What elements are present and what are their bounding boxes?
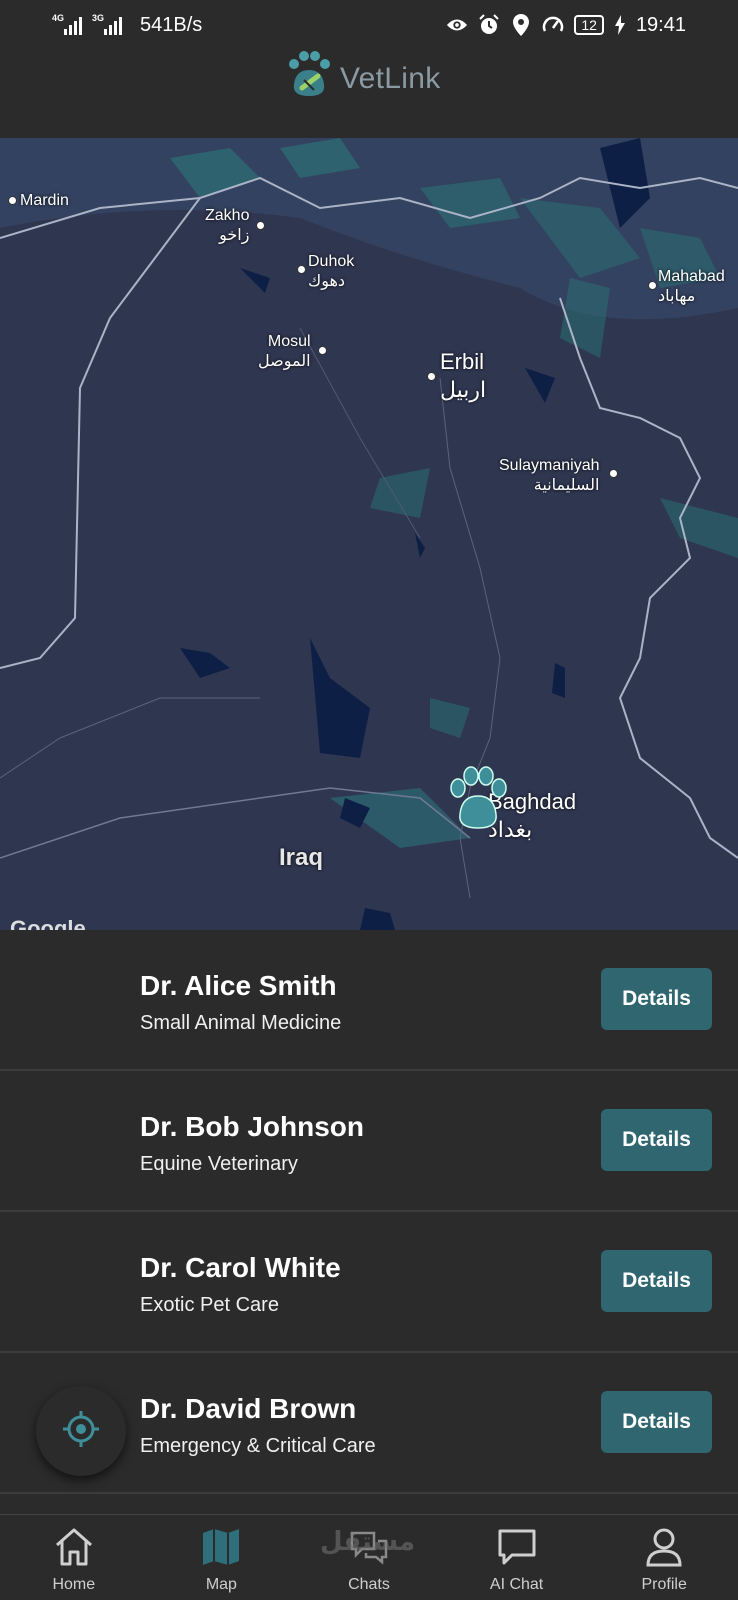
message-icon — [496, 1527, 538, 1572]
location-icon — [510, 14, 532, 36]
signal-4g-icon: 4G — [52, 13, 82, 35]
city-dot — [297, 265, 306, 274]
vet-name: Dr. Carol White — [140, 1252, 341, 1283]
speedometer-icon — [542, 14, 564, 36]
city-erbil[interactable]: Erbil اربيل — [440, 348, 486, 404]
list-item: Dr. Carol White Exotic Pet Care Details — [0, 1212, 738, 1353]
country-label: Iraq — [279, 844, 324, 871]
signal-3g-icon: 3G — [92, 13, 122, 35]
network-speed: 541B/s — [140, 13, 203, 36]
network-type-1: 4G — [52, 13, 65, 23]
nav-label: Map — [205, 1576, 237, 1593]
list-item: Dr. Alice Smith Small Animal Medicine De… — [0, 930, 738, 1071]
city-mahabad[interactable]: Mahabad مهاباد — [658, 267, 725, 307]
nav-label: Chats — [348, 1576, 390, 1593]
app-header: VetLink — [0, 50, 738, 138]
city-dot — [609, 469, 618, 478]
person-icon — [643, 1527, 685, 1572]
map-terrain — [0, 138, 738, 930]
nav-profile[interactable]: Profile — [590, 1515, 738, 1600]
alarm-icon — [478, 14, 500, 36]
city-duhok[interactable]: Duhok دهوك — [308, 252, 354, 292]
charging-icon — [614, 14, 626, 36]
eye-icon — [446, 14, 468, 36]
map-view[interactable]: Mardin Zakho زاخو Duhok دهوك Mosul الموص… — [0, 138, 738, 930]
city-dot — [427, 372, 436, 381]
city-dot — [256, 221, 265, 230]
vet-specialty: Exotic Pet Care — [140, 1294, 279, 1316]
city-mosul[interactable]: Mosul الموصل — [258, 332, 311, 372]
list-item: Dr. Bob Johnson Equine Veterinary Detail… — [0, 1071, 738, 1212]
city-dot — [648, 281, 657, 290]
vet-specialty: Equine Veterinary — [140, 1153, 298, 1175]
my-location-button[interactable] — [36, 1386, 126, 1476]
city-mardin[interactable]: Mardin — [20, 191, 69, 211]
vet-name: Dr. David Brown — [140, 1393, 357, 1424]
details-button[interactable]: Details — [601, 1250, 712, 1312]
battery-icon: 12 — [574, 15, 604, 35]
clock: 19:41 — [635, 13, 686, 36]
network-type-2: 3G — [92, 13, 105, 23]
app-name: VetLink — [340, 61, 441, 95]
nav-home[interactable]: Home — [0, 1515, 148, 1600]
watermark-logo: مستقل — [320, 1526, 416, 1556]
details-button[interactable]: Details — [601, 968, 712, 1030]
details-button[interactable]: Details — [601, 1391, 712, 1453]
status-bar: 4G 3G 541B/s 12 19:41 — [0, 0, 738, 50]
status-left: 4G 3G 541B/s — [52, 13, 203, 37]
nav-map[interactable]: Map — [148, 1515, 296, 1600]
status-right: 12 19:41 — [446, 14, 686, 37]
city-dot — [318, 346, 327, 355]
paw-link-icon — [284, 50, 334, 107]
crosshair-icon — [61, 1409, 101, 1454]
city-dot — [8, 196, 17, 205]
app-logo: VetLink — [284, 50, 441, 107]
map-icon — [200, 1527, 242, 1572]
vet-name: Dr. Bob Johnson — [140, 1111, 364, 1142]
home-icon — [53, 1527, 95, 1572]
city-sulaymaniyah[interactable]: Sulaymaniyah السليمانية — [499, 456, 600, 496]
vet-specialty: Emergency & Critical Care — [140, 1435, 376, 1457]
google-attribution: Google — [10, 916, 86, 930]
details-button[interactable]: Details — [601, 1109, 712, 1171]
nav-label: AI Chat — [489, 1576, 544, 1593]
city-zakho[interactable]: Zakho زاخو — [205, 206, 249, 246]
nav-ai-chat[interactable]: AI Chat — [443, 1515, 591, 1600]
nav-label: Profile — [641, 1576, 687, 1593]
vet-specialty: Small Animal Medicine — [140, 1012, 342, 1034]
nav-label: Home — [52, 1576, 96, 1593]
vet-name: Dr. Alice Smith — [140, 970, 337, 1001]
